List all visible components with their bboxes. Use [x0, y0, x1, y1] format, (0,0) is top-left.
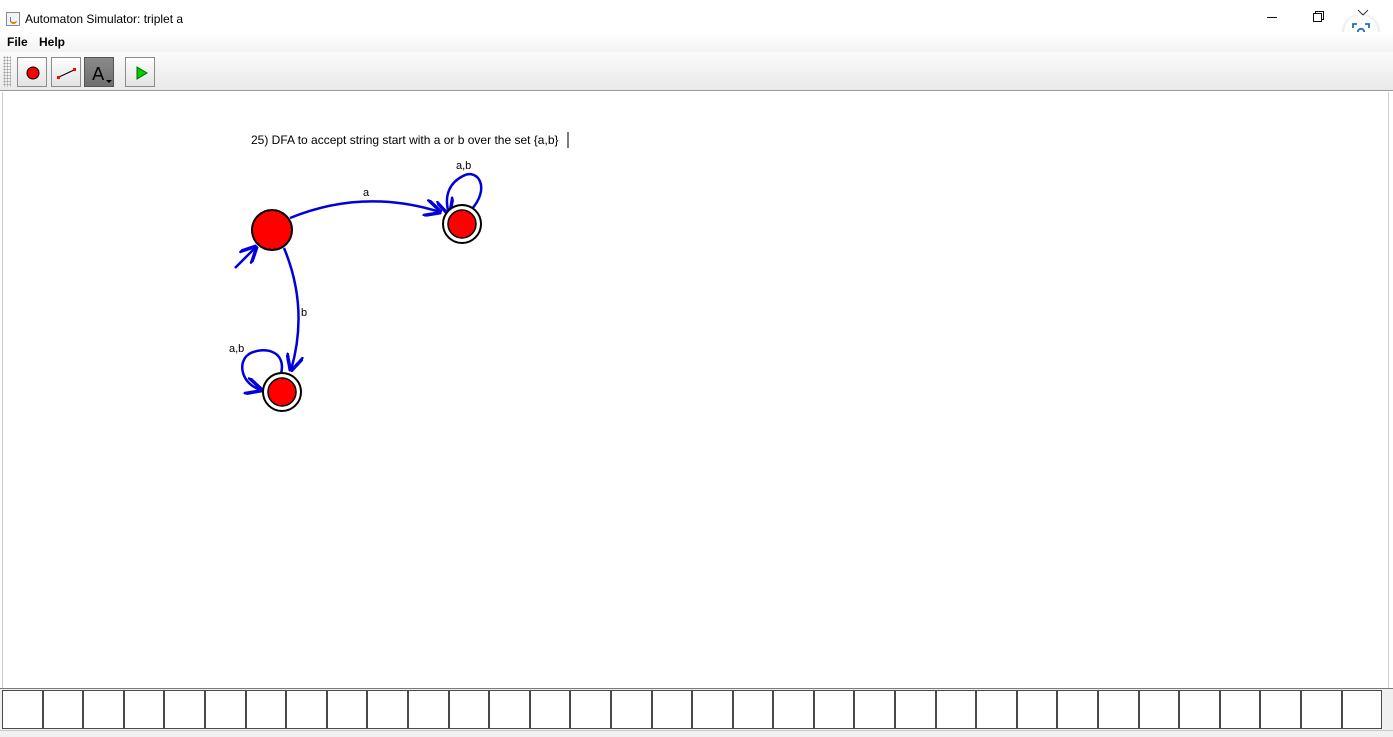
- tape-cell[interactable]: [407, 690, 449, 729]
- toolbar: A: [0, 52, 1393, 91]
- tape-cell[interactable]: [1341, 690, 1383, 729]
- text-tool-button[interactable]: A: [84, 57, 114, 87]
- horizontal-scrollbar[interactable]: [0, 730, 1393, 737]
- transition-label: a,b: [456, 160, 471, 172]
- tape-cell[interactable]: [1098, 690, 1139, 729]
- menu-bar: File Help: [0, 32, 1393, 52]
- transition-label: a: [363, 187, 370, 199]
- title-bar: Automaton Simulator: triplet a: [0, 0, 1393, 49]
- tape-cell[interactable]: [976, 690, 1017, 729]
- tape-cell[interactable]: [245, 690, 287, 729]
- tape-cell[interactable]: [692, 690, 733, 729]
- transition-q0-q2[interactable]: b: [282, 247, 307, 370]
- green-play-icon: [136, 66, 148, 80]
- tape-cell[interactable]: [1057, 690, 1099, 729]
- tape-cell[interactable]: [1219, 690, 1261, 729]
- tape-cell[interactable]: [1301, 690, 1342, 729]
- canvas-annotation[interactable]: 25) DFA to accept string start with a or…: [251, 133, 559, 147]
- restore-button[interactable]: [1304, 8, 1334, 32]
- transition-q0-q1[interactable]: a: [289, 187, 440, 220]
- tape-cell[interactable]: [1179, 690, 1220, 729]
- initial-arrow: [234, 247, 256, 269]
- tape-cell[interactable]: [854, 690, 896, 729]
- tape-cell[interactable]: [651, 690, 693, 729]
- tape-cell[interactable]: [773, 690, 814, 729]
- tape-cell[interactable]: [326, 690, 368, 729]
- tape-cell[interactable]: [1016, 690, 1058, 729]
- tape-cell[interactable]: [610, 690, 652, 729]
- window-title: Automaton Simulator: triplet a: [25, 12, 184, 26]
- red-line-icon: [57, 68, 76, 79]
- transition-tool-button[interactable]: [51, 57, 81, 87]
- toolbar-grip-handle[interactable]: [3, 56, 11, 87]
- tape-cell[interactable]: [935, 690, 977, 729]
- tape-cell[interactable]: [1138, 690, 1180, 729]
- transition-label: b: [301, 307, 307, 319]
- tape-cell[interactable]: [448, 690, 490, 729]
- tape-cell[interactable]: [164, 690, 205, 729]
- tape-cell[interactable]: [42, 690, 84, 729]
- input-tape: [0, 688, 1393, 730]
- tape-cell[interactable]: [570, 690, 611, 729]
- text-tool-label: A: [92, 64, 105, 85]
- red-circle-icon: [26, 66, 40, 80]
- tape-cell[interactable]: [204, 690, 246, 729]
- tape-cell[interactable]: [367, 690, 408, 729]
- tape-cell[interactable]: [1260, 690, 1301, 729]
- run-tool-button[interactable]: [125, 57, 155, 87]
- tape-cell[interactable]: [529, 690, 571, 729]
- tape-cell[interactable]: [895, 690, 936, 729]
- menu-help[interactable]: Help: [39, 35, 65, 49]
- state-q1[interactable]: [442, 204, 482, 244]
- tape-cells: [2, 690, 1383, 729]
- state-q0[interactable]: [251, 209, 293, 251]
- letter-a-icon: A: [92, 64, 112, 85]
- tape-cell[interactable]: [123, 690, 165, 729]
- java-cup-icon: [6, 12, 20, 26]
- automaton-canvas[interactable]: 25) DFA to accept string start with a or…: [2, 92, 1389, 688]
- minimize-button[interactable]: [1258, 8, 1288, 32]
- state-q2[interactable]: [262, 372, 302, 412]
- menu-file[interactable]: File: [7, 35, 28, 49]
- tape-cell[interactable]: [286, 690, 327, 729]
- tape-cell[interactable]: [732, 690, 774, 729]
- state-tool-button[interactable]: [17, 57, 47, 87]
- transition-label: a,b: [229, 343, 244, 355]
- tape-cell[interactable]: [813, 690, 855, 729]
- tape-cell[interactable]: [2, 690, 43, 729]
- tape-cell[interactable]: [83, 690, 124, 729]
- tape-cell[interactable]: [489, 690, 530, 729]
